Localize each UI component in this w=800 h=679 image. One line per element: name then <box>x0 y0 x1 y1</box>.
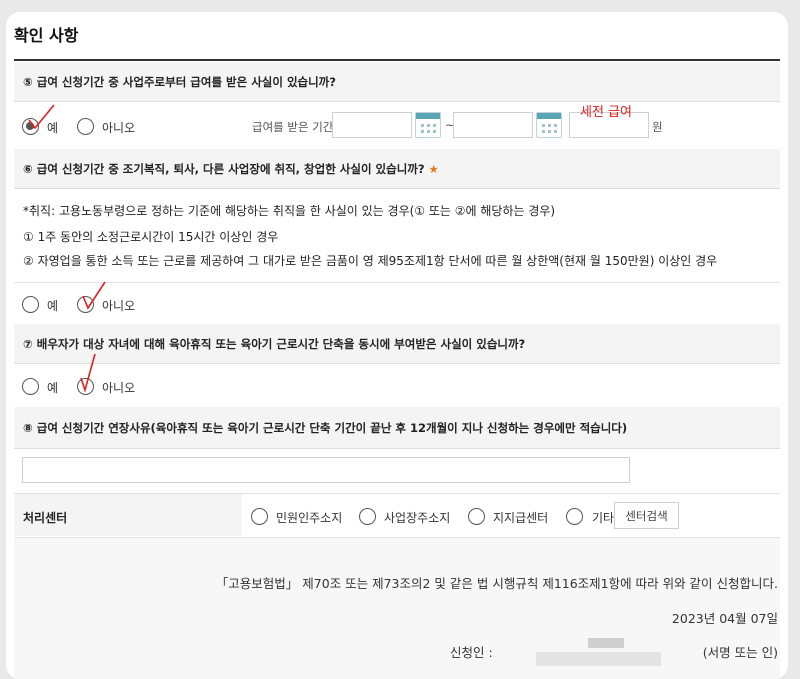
center-search-button[interactable]: 센터검색 <box>614 502 679 529</box>
center-option-radio[interactable] <box>566 508 583 525</box>
amount-unit: 원 <box>652 120 663 134</box>
q6-yes-radio[interactable] <box>22 296 39 313</box>
center-label: 처리센터 <box>23 511 68 525</box>
applicant-name-redacted <box>536 652 661 666</box>
q7-yes-label: 예 <box>47 381 59 395</box>
extension-reason-input[interactable] <box>22 457 630 483</box>
period-start-input[interactable] <box>332 112 412 138</box>
application-date: 2023년 04월 07일 <box>671 611 778 626</box>
handwritten-check-icon <box>82 281 106 310</box>
handwritten-check-icon <box>80 353 96 393</box>
calendar-start-icon[interactable] <box>415 112 441 138</box>
center-option-radio[interactable] <box>468 508 485 525</box>
confirmation-section: 확인 사항 ⑤ 급여 신청기간 중 사업주로부터 급여를 받은 사실이 있습니까… <box>6 12 788 679</box>
center-option-label: 지지급센터 <box>493 511 549 525</box>
handwritten-check-icon <box>28 104 55 130</box>
required-mark: ★ <box>428 161 439 176</box>
q6-yes-label: 예 <box>47 299 59 313</box>
q7-yes-radio[interactable] <box>22 378 39 395</box>
center-option-radio[interactable] <box>359 508 376 525</box>
question-6-header: ⑥ 급여 신청기간 중 조기복직, 퇴사, 다른 사업장에 취직, 창업한 사실… <box>14 149 780 189</box>
center-option-label: 사업장주소지 <box>384 511 451 525</box>
question-7-header: ⑦ 배우자가 대상 자녀에 대해 육아휴직 또는 육아기 근로시간 단축을 동시… <box>14 324 780 364</box>
period-end-input[interactable] <box>453 112 533 138</box>
question-8-header: ⑧ 급여 신청기간 연장사유(육아휴직 또는 육아기 근로시간 단축 기간이 끝… <box>14 407 780 449</box>
q6-note-2: ② 자영업을 통한 소득 또는 근로를 제공하여 그 대가로 받은 금품이 영 … <box>23 254 718 268</box>
q5-no-radio[interactable] <box>77 118 94 135</box>
question-5-text: ⑤ 급여 신청기간 중 사업주로부터 급여를 받은 사실이 있습니까? <box>23 74 336 89</box>
legal-statement: 「고용보험법」 제70조 또는 제73조의2 및 같은 법 시행규칙 제116조… <box>215 576 778 591</box>
center-option-radio[interactable] <box>251 508 268 525</box>
calendar-end-icon[interactable] <box>536 112 562 138</box>
q6-note-1: ① 1주 동안의 소정근로시간이 15시간 이상인 경우 <box>23 230 279 244</box>
q6-note-definition: *취직: 고용노동부령으로 정하는 기준에 해당하는 취직을 한 사실이 있는 … <box>23 204 556 218</box>
question-8-text: ⑧ 급여 신청기간 연장사유(육아휴직 또는 육아기 근로시간 단축 기간이 끝… <box>23 420 628 435</box>
divider <box>14 282 780 283</box>
question-7-text: ⑦ 배우자가 대상 자녀에 대해 육아휴직 또는 육아기 근로시간 단축을 동시… <box>23 336 526 351</box>
question-6-text: ⑥ 급여 신청기간 중 조기복직, 퇴사, 다른 사업장에 취직, 창업한 사실… <box>23 161 425 176</box>
handwritten-annotation: 세전 급여 <box>580 105 632 120</box>
center-option-label: 민원인주소지 <box>276 511 343 525</box>
applicant-name-redacted <box>588 638 624 648</box>
applicant-label: 신청인 : <box>450 645 493 660</box>
center-option-label: 기타 <box>592 511 615 525</box>
divider <box>14 493 780 494</box>
question-5-header: ⑤ 급여 신청기간 중 사업주로부터 급여를 받은 사실이 있습니까? <box>14 62 780 102</box>
title-divider <box>14 59 780 61</box>
footer-area <box>14 538 780 679</box>
q5-no-label: 아니오 <box>102 121 136 135</box>
section-title: 확인 사항 <box>14 26 79 45</box>
period-label: 급여를 받은 기간 <box>252 120 334 134</box>
signature-note: (서명 또는 인) <box>702 645 778 660</box>
